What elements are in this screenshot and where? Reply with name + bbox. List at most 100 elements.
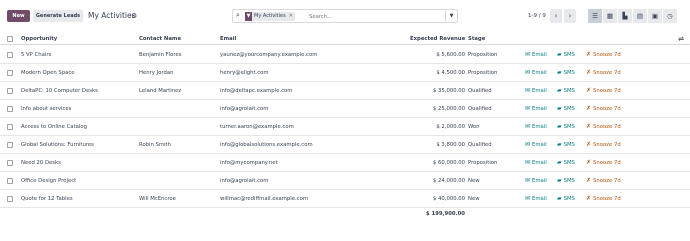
row-checkbox[interactable]: [7, 106, 13, 112]
chat-icon: ▰: [557, 105, 562, 112]
snooze-action-button[interactable]: ✗ Snooze 7d: [586, 154, 621, 172]
close-icon[interactable]: ✕: [289, 13, 293, 19]
email-action-button[interactable]: ✉ Email: [525, 100, 547, 118]
chat-icon: ▰: [557, 69, 562, 76]
pivot-view-icon[interactable]: ▤: [632, 9, 647, 23]
snooze-action-button[interactable]: ✗ Snooze 7d: [586, 64, 621, 82]
sms-action-button[interactable]: ▰ SMS: [557, 154, 575, 172]
snooze-action-button[interactable]: ✗ Snooze 7d: [586, 46, 621, 64]
kanban-view-icon[interactable]: ▦: [602, 9, 617, 23]
email-action-button[interactable]: ✉ Email: [525, 190, 547, 208]
row-checkbox[interactable]: [7, 70, 13, 76]
pager-previous-button[interactable]: ‹: [550, 9, 562, 23]
table-row[interactable]: Quote for 12 Tables Will McEncroe willmac@…: [0, 190, 690, 208]
opportunity-cell: Office Design Project: [21, 178, 77, 184]
pager-value[interactable]: 1-9 / 9: [528, 10, 546, 22]
email-action-button[interactable]: ✉ Email: [525, 172, 547, 190]
row-checkbox[interactable]: [7, 196, 13, 202]
chat-icon: ▰: [557, 51, 562, 58]
snooze-action-button[interactable]: ✗ Snooze 7d: [586, 118, 621, 136]
new-button[interactable]: New: [7, 10, 30, 22]
envelope-icon: ✉: [525, 69, 531, 76]
sms-action-button[interactable]: ▰ SMS: [557, 82, 575, 100]
email-action-button[interactable]: ✉ Email: [525, 82, 547, 100]
sms-action-button[interactable]: ▰ SMS: [557, 172, 575, 190]
column-settings-icon[interactable]: ⇌: [678, 34, 684, 44]
filter-facet[interactable]: ▼ My Activities ✕: [245, 12, 295, 21]
row-checkbox[interactable]: [7, 178, 13, 184]
contact-cell: Robin Smith: [139, 142, 171, 148]
sms-action-button[interactable]: ▰ SMS: [557, 118, 575, 136]
snooze-action-label: Snooze 7d: [593, 196, 621, 202]
graph-view-icon[interactable]: ▙: [617, 9, 632, 23]
email-action-button[interactable]: ✉ Email: [525, 64, 547, 82]
row-checkbox[interactable]: [7, 160, 13, 166]
search-icon[interactable]: ⌕: [236, 11, 240, 20]
sms-action-label: SMS: [563, 196, 575, 202]
sms-action-button[interactable]: ▰ SMS: [557, 190, 575, 208]
column-header-stage[interactable]: Stage: [468, 33, 485, 45]
stage-cell: New: [468, 196, 480, 202]
row-checkbox[interactable]: [7, 88, 13, 94]
column-header-email[interactable]: Email: [220, 33, 236, 45]
email-action-label: Email: [532, 160, 547, 166]
sms-action-button[interactable]: ▰ SMS: [557, 64, 575, 82]
table-row[interactable]: Need 20 Desks info@mycompany.net $ 60,000.…: [0, 154, 690, 172]
select-all-checkbox[interactable]: [7, 36, 13, 42]
calendar-view-icon[interactable]: ▣: [647, 9, 662, 23]
revenue-cell: $ 2,000.00: [436, 124, 465, 130]
search-input[interactable]: [309, 12, 439, 21]
snooze-action-button[interactable]: ✗ Snooze 7d: [586, 190, 621, 208]
table-row[interactable]: Global Solutions: Furnitures Robin Smith i…: [0, 136, 690, 154]
list-view-icon[interactable]: ☰: [587, 9, 602, 23]
chat-icon: ▰: [557, 195, 562, 202]
sms-action-button[interactable]: ▰ SMS: [557, 100, 575, 118]
sms-action-button[interactable]: ▰ SMS: [557, 46, 575, 64]
sms-action-label: SMS: [563, 142, 575, 148]
chat-icon: ▰: [557, 87, 562, 94]
contact-cell: Henry Jordan: [139, 70, 174, 76]
chevron-down-icon[interactable]: ▼: [445, 10, 457, 22]
revenue-cell: $ 35,000.00: [432, 88, 465, 94]
sms-action-button[interactable]: ▰ SMS: [557, 136, 575, 154]
table-row[interactable]: Info about services info@agrolait.com $ 25…: [0, 100, 690, 118]
table-header: Opportunity Contact Name Email Expected …: [0, 33, 690, 45]
row-checkbox[interactable]: [7, 142, 13, 148]
opportunity-cell: Modern Open Space: [21, 70, 75, 76]
sms-action-label: SMS: [563, 124, 575, 130]
filter-icon: ▼: [245, 12, 252, 21]
email-action-label: Email: [532, 106, 547, 112]
column-header-opportunity[interactable]: Opportunity: [21, 33, 57, 45]
email-action-label: Email: [532, 70, 547, 76]
row-checkbox[interactable]: [7, 124, 13, 130]
stage-cell: Won: [468, 124, 480, 130]
sms-action-label: SMS: [563, 178, 575, 184]
column-header-revenue[interactable]: Expected Revenue: [410, 33, 465, 45]
table-row[interactable]: Modern Open Space Henry Jordan henry@eligh…: [0, 64, 690, 82]
email-action-button[interactable]: ✉ Email: [525, 154, 547, 172]
row-checkbox[interactable]: [7, 52, 13, 58]
stage-cell: Proposition: [468, 52, 498, 58]
email-action-button[interactable]: ✉ Email: [525, 46, 547, 64]
activity-view-icon[interactable]: ◷: [662, 9, 677, 23]
chat-icon: ▰: [557, 159, 562, 166]
table-row[interactable]: DeltaPC: 10 Computer Desks Leland Martine…: [0, 82, 690, 100]
snooze-action-label: Snooze 7d: [593, 106, 621, 112]
email-action-button[interactable]: ✉ Email: [525, 136, 547, 154]
column-header-contact[interactable]: Contact Name: [139, 33, 181, 45]
table-row[interactable]: Office Design Project info@agrolait.com $ …: [0, 172, 690, 190]
snooze-action-button[interactable]: ✗ Snooze 7d: [586, 82, 621, 100]
table-row[interactable]: 5 VP Chairs Benjamin Flores yaunez@yourcom…: [0, 46, 690, 64]
snooze-action-button[interactable]: ✗ Snooze 7d: [586, 172, 621, 190]
gear-icon[interactable]: ⚙: [131, 10, 137, 22]
page-title: My Activities: [88, 11, 136, 20]
table-row[interactable]: Access to Online Catalog turner.aaron@exa…: [0, 118, 690, 136]
email-action-label: Email: [532, 178, 547, 184]
pager-next-button[interactable]: ›: [564, 9, 576, 23]
snooze-action-button[interactable]: ✗ Snooze 7d: [586, 136, 621, 154]
generate-leads-button[interactable]: Generate Leads: [33, 10, 83, 22]
snooze-action-button[interactable]: ✗ Snooze 7d: [586, 100, 621, 118]
email-action-button[interactable]: ✉ Email: [525, 118, 547, 136]
snooze-action-label: Snooze 7d: [593, 70, 621, 76]
email-cell: info@globalsolutions.example.com: [220, 142, 313, 148]
